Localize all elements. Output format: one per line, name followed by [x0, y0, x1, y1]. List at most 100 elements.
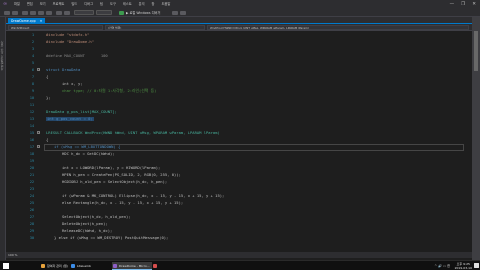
undo-icon[interactable] — [56, 11, 62, 15]
code-line[interactable]: { — [46, 138, 48, 142]
menu-help[interactable]: 도움말 — [161, 1, 170, 8]
menu-file[interactable]: 파일 — [14, 1, 20, 8]
line-number: 16 — [29, 138, 34, 142]
system-tray[interactable]: ^ 🔊 ▭ 한 — [434, 262, 450, 270]
horizontal-scrollbar[interactable] — [44, 252, 472, 258]
line-number: 13 — [29, 117, 34, 121]
toolbar-misc-icon[interactable] — [172, 11, 178, 15]
app-icon — [71, 264, 75, 268]
debugger-label[interactable]: ▶ 로컬 Windows 디버거 — [126, 10, 160, 16]
code-line[interactable]: else Rectangle(h_dc, x - 15, y - 15, x +… — [62, 201, 183, 205]
back-icon[interactable] — [4, 11, 10, 15]
line-number: 23 — [29, 187, 34, 191]
code-line[interactable]: } else if (uMsg == WM_DESTROY) PostQuitM… — [54, 236, 168, 240]
open-file-icon[interactable] — [30, 11, 36, 15]
fold-toggle-icon[interactable]: − — [37, 131, 40, 134]
line-number: 19 — [29, 159, 34, 163]
line-number: 18 — [29, 152, 34, 156]
code-line[interactable]: SelectObject(h_dc, h_old_pen); — [62, 215, 131, 219]
menu-test[interactable]: 테스트 — [123, 1, 132, 8]
taskbar-app[interactable] — [152, 262, 161, 270]
notification-icon[interactable] — [474, 263, 479, 268]
line-number: 8 — [31, 82, 34, 86]
code-line[interactable]: #include "DrawDome.h" — [46, 40, 94, 44]
zoom-level[interactable]: 100 % — [6, 252, 44, 258]
toolbar-misc-icon-2[interactable] — [180, 11, 186, 15]
redo-icon[interactable] — [64, 11, 70, 15]
menu-debug[interactable]: 디버그 — [84, 1, 93, 8]
code-line[interactable]: HGDIOBJ h_old_pen = SelectObject(h_dc, h… — [62, 180, 167, 184]
line-number: 6 — [31, 68, 34, 72]
configuration-dropdown[interactable] — [74, 10, 94, 15]
line-number: 29 — [29, 229, 34, 233]
line-number: 3 — [31, 47, 34, 51]
line-number: 27 — [29, 215, 34, 219]
title-bar: ∞ 파일 편집 보기 프로젝트 빌드 디버그 팀 도구 테스트 분석 창 도움말… — [0, 0, 480, 9]
menu-team[interactable]: 팀 — [100, 1, 103, 8]
code-line[interactable]: DrawData g_pos_list[MAX_COUNT]; — [46, 110, 117, 114]
line-number: 10 — [29, 96, 34, 100]
close-window-button[interactable]: ✕ — [472, 0, 476, 9]
menu-view[interactable]: 보기 — [40, 1, 46, 8]
menu-window[interactable]: 창 — [152, 1, 155, 8]
menu-edit[interactable]: 편집 — [27, 1, 33, 8]
code-line[interactable]: ReleaseDC(hWnd, h_dc); — [62, 229, 112, 233]
platform-dropdown[interactable] — [96, 10, 112, 15]
line-number: 11 — [29, 103, 34, 107]
code-line[interactable]: int g_pos_count = 0; — [46, 117, 94, 121]
code-line[interactable]: int x = LOWORD(lParam), y = HIWORD(lPara… — [62, 166, 160, 170]
code-line[interactable]: DeleteObject(h_pen); — [62, 222, 108, 226]
code-line[interactable]: LRESULT CALLBACK WndProc(HWND hWnd, UINT… — [46, 131, 220, 135]
windows-start-icon[interactable] — [3, 263, 9, 269]
code-line[interactable]: if (uMsg == WM_LBUTTONDOWN) { — [54, 145, 120, 149]
menu-tools[interactable]: 도구 — [110, 1, 116, 8]
navigation-bar: Win32Project (전역 범위) WndProc(HWND hWnd, … — [6, 24, 472, 31]
project-dropdown[interactable]: Win32Project — [8, 25, 103, 30]
maximize-button[interactable]: ❐ — [461, 0, 465, 9]
toolbar: ▶ 로컬 Windows 디버거 — [0, 9, 480, 17]
tab-label: DrawDome.cpp — [11, 19, 36, 23]
taskbar-app[interactable]: LiteLamb — [70, 262, 93, 270]
save-all-icon[interactable] — [46, 11, 52, 15]
code-line[interactable]: HPEN h_pen = CreatePen(PS_SOLID, 2, RGB(… — [62, 173, 181, 177]
tab-close-icon[interactable]: ✕ — [40, 19, 43, 23]
taskbar-app[interactable]: 참여자 관리 (웹) — [40, 262, 70, 270]
line-number: 20 — [29, 166, 34, 170]
taskbar-app[interactable]: DrawDome - Micro... — [112, 262, 152, 270]
clock[interactable]: 오후 9:25 2019-03-10 — [455, 262, 472, 270]
fold-toggle-icon[interactable]: − — [37, 145, 40, 148]
code-line[interactable]: }; — [46, 96, 51, 100]
line-number: 30 — [29, 236, 34, 240]
window-controls: — ❐ ✕ — [450, 0, 476, 9]
visual-studio-logo-icon: ∞ — [3, 1, 8, 7]
menu-project[interactable]: 프로젝트 — [53, 1, 65, 8]
start-debug-icon[interactable] — [119, 11, 124, 15]
minimize-button[interactable]: — — [450, 0, 455, 9]
menu-analyze[interactable]: 분석 — [139, 1, 145, 8]
line-number: 9 — [31, 89, 34, 93]
line-number: 1 — [31, 33, 34, 37]
new-file-icon[interactable] — [22, 11, 28, 15]
scrollbar-thumb[interactable] — [474, 31, 478, 71]
line-number: 4 — [31, 54, 34, 58]
code-line[interactable]: { — [46, 75, 48, 79]
scope-dropdown[interactable]: (전역 범위) — [105, 25, 205, 30]
forward-icon[interactable] — [12, 11, 18, 15]
code-editor[interactable]: 1 2 3 4 5 6 7 8 9 10 11 12 13 14 15 16 17 18 19 20 21 22 23 24 2… — [6, 31, 472, 260]
code-line[interactable]: #define MAX_COUNT 100 — [46, 54, 108, 58]
code-line[interactable]: HDC h_dc = GetDC(hWnd); — [62, 152, 115, 156]
code-line[interactable]: if (wParam & MK_CONTROL) Ellipse(h_dc, x… — [62, 194, 224, 198]
code-line[interactable]: char type; // 0:타원 1:사각형, 2:라인(선택 등) — [62, 89, 156, 93]
app-icon — [113, 264, 117, 268]
menu-build[interactable]: 빌드 — [71, 1, 77, 8]
strip-label: 서버 탐색기 도구 상자 — [0, 41, 4, 71]
save-icon[interactable] — [38, 11, 44, 15]
line-number: 5 — [31, 61, 34, 65]
code-line[interactable]: struct DrawData — [46, 68, 80, 72]
code-line[interactable]: int x, y; — [62, 82, 83, 86]
function-dropdown[interactable]: WndProc(HWND hWnd, UINT uMsg, WPARAM wPa… — [207, 25, 469, 30]
fold-toggle-icon[interactable]: − — [37, 68, 40, 71]
vertical-scrollbar[interactable] — [472, 17, 480, 260]
code-line[interactable]: #include "stdafx.h" — [46, 33, 89, 37]
app-icon — [41, 264, 45, 268]
